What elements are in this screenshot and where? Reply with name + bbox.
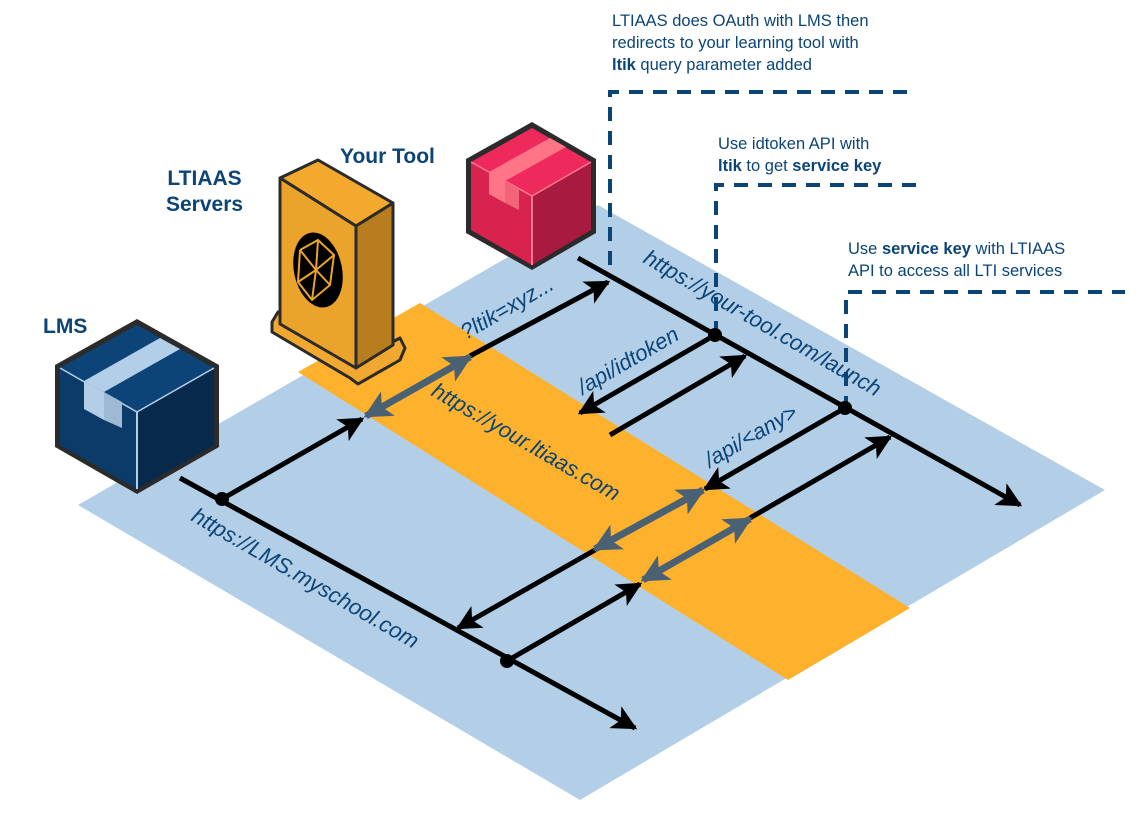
tool-title: Your Tool [340, 145, 435, 168]
ltiaas-server-icon [270, 158, 407, 386]
architecture-diagram: https://LMS.myschool.com https://your.lt… [55, 90, 1125, 800]
note-emphasis: ltik [612, 56, 636, 74]
note-text: with LTIAAS [970, 240, 1066, 258]
note-emphasis: ltik [718, 157, 742, 175]
note-line: ltik query parameter added [612, 54, 869, 76]
note-text: query parameter added [635, 56, 812, 74]
note-emphasis: service key [881, 240, 971, 258]
note-line: Use idtoken API with [718, 133, 881, 155]
note-services: Use service key with LTIAAS API to access… [848, 238, 1065, 282]
ltiaas-title-line1: LTIAAS [167, 167, 242, 190]
note-oauth: LTIAAS does OAuth with LMS then redirects… [612, 10, 869, 76]
lms-title: LMS [43, 315, 88, 338]
note-text: Use [848, 240, 882, 258]
note-line: Use service key with LTIAAS [848, 238, 1065, 260]
note-text: to get [741, 157, 793, 175]
note-text: API to access all LTI services [848, 262, 1063, 280]
note-idtoken: Use idtoken API with ltik to get service … [718, 133, 881, 177]
note-emphasis: service key [792, 157, 882, 175]
ltiaas-title-line2: Servers [166, 193, 244, 216]
note-line: ltik to get service key [718, 155, 881, 177]
note-text: redirects to your learning tool with [612, 34, 859, 52]
ltiaas-title: LTIAAS Servers [166, 166, 243, 218]
note-text: LTIAAS does OAuth with LMS then [612, 12, 869, 30]
note-text: Use idtoken API with [718, 135, 870, 153]
note-line: API to access all LTI services [848, 260, 1065, 282]
note-line: redirects to your learning tool with [612, 32, 869, 54]
note-line: LTIAAS does OAuth with LMS then [612, 10, 869, 32]
